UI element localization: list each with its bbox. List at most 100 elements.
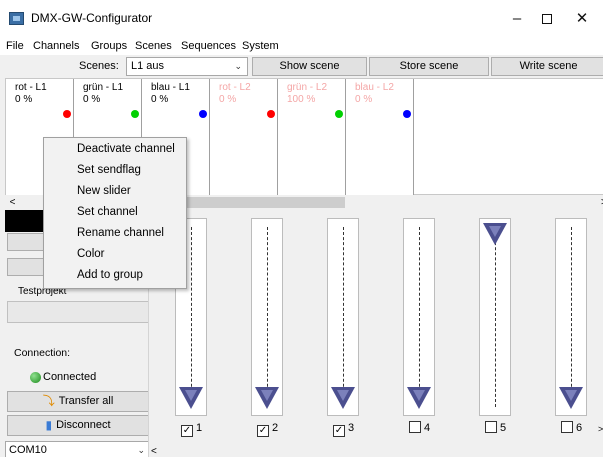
chevron-down-icon: ⌄ xyxy=(234,61,242,71)
disconnect-button[interactable]: ▮ Disconnect xyxy=(7,415,149,436)
scene-select-value: L1 aus xyxy=(131,60,165,72)
slider-checkbox[interactable]: ✓ 2 xyxy=(257,421,279,437)
slider-label: 4 xyxy=(424,422,431,434)
menu-groups[interactable]: Groups xyxy=(91,40,127,52)
slider-checkbox[interactable]: ✓ 1 xyxy=(181,421,203,437)
channel-card[interactable]: grün - L2 100 % xyxy=(278,79,346,196)
channel-value: 0 % xyxy=(83,94,101,105)
menu-channels[interactable]: Channels xyxy=(33,40,79,52)
store-scene-button[interactable]: Store scene xyxy=(369,57,489,76)
disconnect-icon: ▮ xyxy=(45,418,53,432)
checkbox-box[interactable]: ✓ xyxy=(181,425,193,437)
channel-name: blau - L1 xyxy=(151,82,190,93)
scenes-label: Scenes: xyxy=(79,60,119,72)
close-button[interactable]: ✕ xyxy=(562,6,602,32)
channel-color-dot xyxy=(267,110,275,118)
disconnect-label: Disconnect xyxy=(56,419,111,431)
channel-name: grün - L2 xyxy=(287,82,328,93)
slider-checkbox[interactable]: ✓ 3 xyxy=(333,421,354,437)
maximize-button[interactable] xyxy=(527,6,567,32)
slider-track[interactable] xyxy=(251,218,283,416)
port-select-value: COM10 xyxy=(9,444,47,456)
slider-handle[interactable] xyxy=(483,223,507,245)
slider-panel: ✓ 1 ✓ 2 ✓ 3 4 5 6 < > xyxy=(148,210,603,457)
connection-label: Connection: xyxy=(14,347,71,359)
maximize-icon xyxy=(542,14,552,25)
slider-handle[interactable] xyxy=(559,387,583,409)
channel-name: blau - L2 xyxy=(355,82,394,93)
app-icon xyxy=(9,12,24,25)
transfer-all-button[interactable]: ⤵ Transfer all xyxy=(7,391,149,412)
channel-value: 0 % xyxy=(151,94,169,105)
checkbox-box[interactable] xyxy=(409,421,421,433)
checkbox-box[interactable] xyxy=(485,421,497,433)
channel-value: 0 % xyxy=(219,94,237,105)
port-select[interactable]: COM10 ⌄ xyxy=(5,441,152,457)
slider-line xyxy=(495,227,496,407)
connection-status: Connected xyxy=(30,371,97,383)
channel-card[interactable]: blau - L2 0 % xyxy=(346,79,414,196)
menu-item-new-slider[interactable]: New slider xyxy=(44,181,186,202)
scene-select[interactable]: L1 aus ⌄ xyxy=(126,57,248,76)
menu-item-deactivate-channel[interactable]: Deactivate channel xyxy=(44,139,186,160)
channel-color-dot xyxy=(199,110,207,118)
channel-card[interactable]: rot - L2 0 % xyxy=(210,79,278,196)
channel-name: rot - L2 xyxy=(219,82,251,93)
menu-scenes[interactable]: Scenes xyxy=(135,40,172,52)
status-text: Connected xyxy=(43,371,97,383)
channel-color-dot xyxy=(63,110,71,118)
scroll-left-icon[interactable]: < xyxy=(151,446,157,457)
chevron-down-icon: ⌄ xyxy=(137,445,145,455)
slider-checkbox[interactable]: 6 xyxy=(561,421,582,435)
channel-name: rot - L1 xyxy=(15,82,47,93)
slider-line xyxy=(267,227,268,407)
menu-item-add-to-group[interactable]: Add to group xyxy=(44,265,186,286)
transfer-icon: ⤵ xyxy=(42,394,55,408)
channel-value: 100 % xyxy=(287,94,316,105)
slider-label: 2 xyxy=(272,422,279,434)
slider-handle[interactable] xyxy=(255,387,279,409)
channel-color-dot xyxy=(403,110,411,118)
menu-item-color[interactable]: Color xyxy=(44,244,186,265)
transfer-all-label: Transfer all xyxy=(58,395,114,407)
menu-file[interactable]: File xyxy=(6,40,24,52)
channel-color-dot xyxy=(335,110,343,118)
channel-name: grün - L1 xyxy=(83,82,124,93)
menu-item-set-sendflag[interactable]: Set sendflag xyxy=(44,160,186,181)
menu-system[interactable]: System xyxy=(242,40,279,52)
scene-toolbar: Scenes: L1 aus ⌄ Show scene Store scene … xyxy=(0,55,603,77)
scroll-right-icon[interactable]: > xyxy=(598,424,603,434)
menu-item-rename-channel[interactable]: Rename channel xyxy=(44,223,186,244)
slider-line xyxy=(191,227,192,407)
slider-track[interactable] xyxy=(327,218,359,416)
menu-bar: File Channels Groups Scenes Sequences Sy… xyxy=(0,38,603,55)
title-bar: DMX-GW-Configurator – ✕ xyxy=(0,0,603,38)
write-scene-button[interactable]: Write scene xyxy=(491,57,603,76)
channel-value: 0 % xyxy=(15,94,33,105)
slider-handle[interactable] xyxy=(407,387,431,409)
checkbox-box[interactable]: ✓ xyxy=(333,425,345,437)
show-scene-button[interactable]: Show scene xyxy=(252,57,367,76)
slider-handle[interactable] xyxy=(179,387,203,409)
slider-handle[interactable] xyxy=(331,387,355,409)
context-menu: Deactivate channel Set sendflag New slid… xyxy=(43,137,187,289)
menu-item-set-channel[interactable]: Set channel xyxy=(44,202,186,223)
channel-color-dot xyxy=(131,110,139,118)
checkbox-box[interactable] xyxy=(561,421,573,433)
slider-label: 6 xyxy=(576,422,583,434)
slider-checkbox[interactable]: 5 xyxy=(485,421,506,435)
menu-sequences[interactable]: Sequences xyxy=(181,40,236,52)
checkbox-box[interactable]: ✓ xyxy=(257,425,269,437)
slider-checkbox[interactable]: 4 xyxy=(409,421,430,435)
color-preview xyxy=(5,210,45,232)
slider-line xyxy=(343,227,344,407)
slider-label: 1 xyxy=(196,422,203,434)
slider-track[interactable] xyxy=(479,218,511,416)
status-led-icon xyxy=(30,372,41,383)
slider-track[interactable] xyxy=(403,218,435,416)
window-title: DMX-GW-Configurator xyxy=(31,11,153,25)
slider-line xyxy=(419,227,420,407)
project-field[interactable] xyxy=(7,301,149,323)
scroll-left-icon[interactable]: < xyxy=(5,195,20,210)
slider-track[interactable] xyxy=(555,218,587,416)
